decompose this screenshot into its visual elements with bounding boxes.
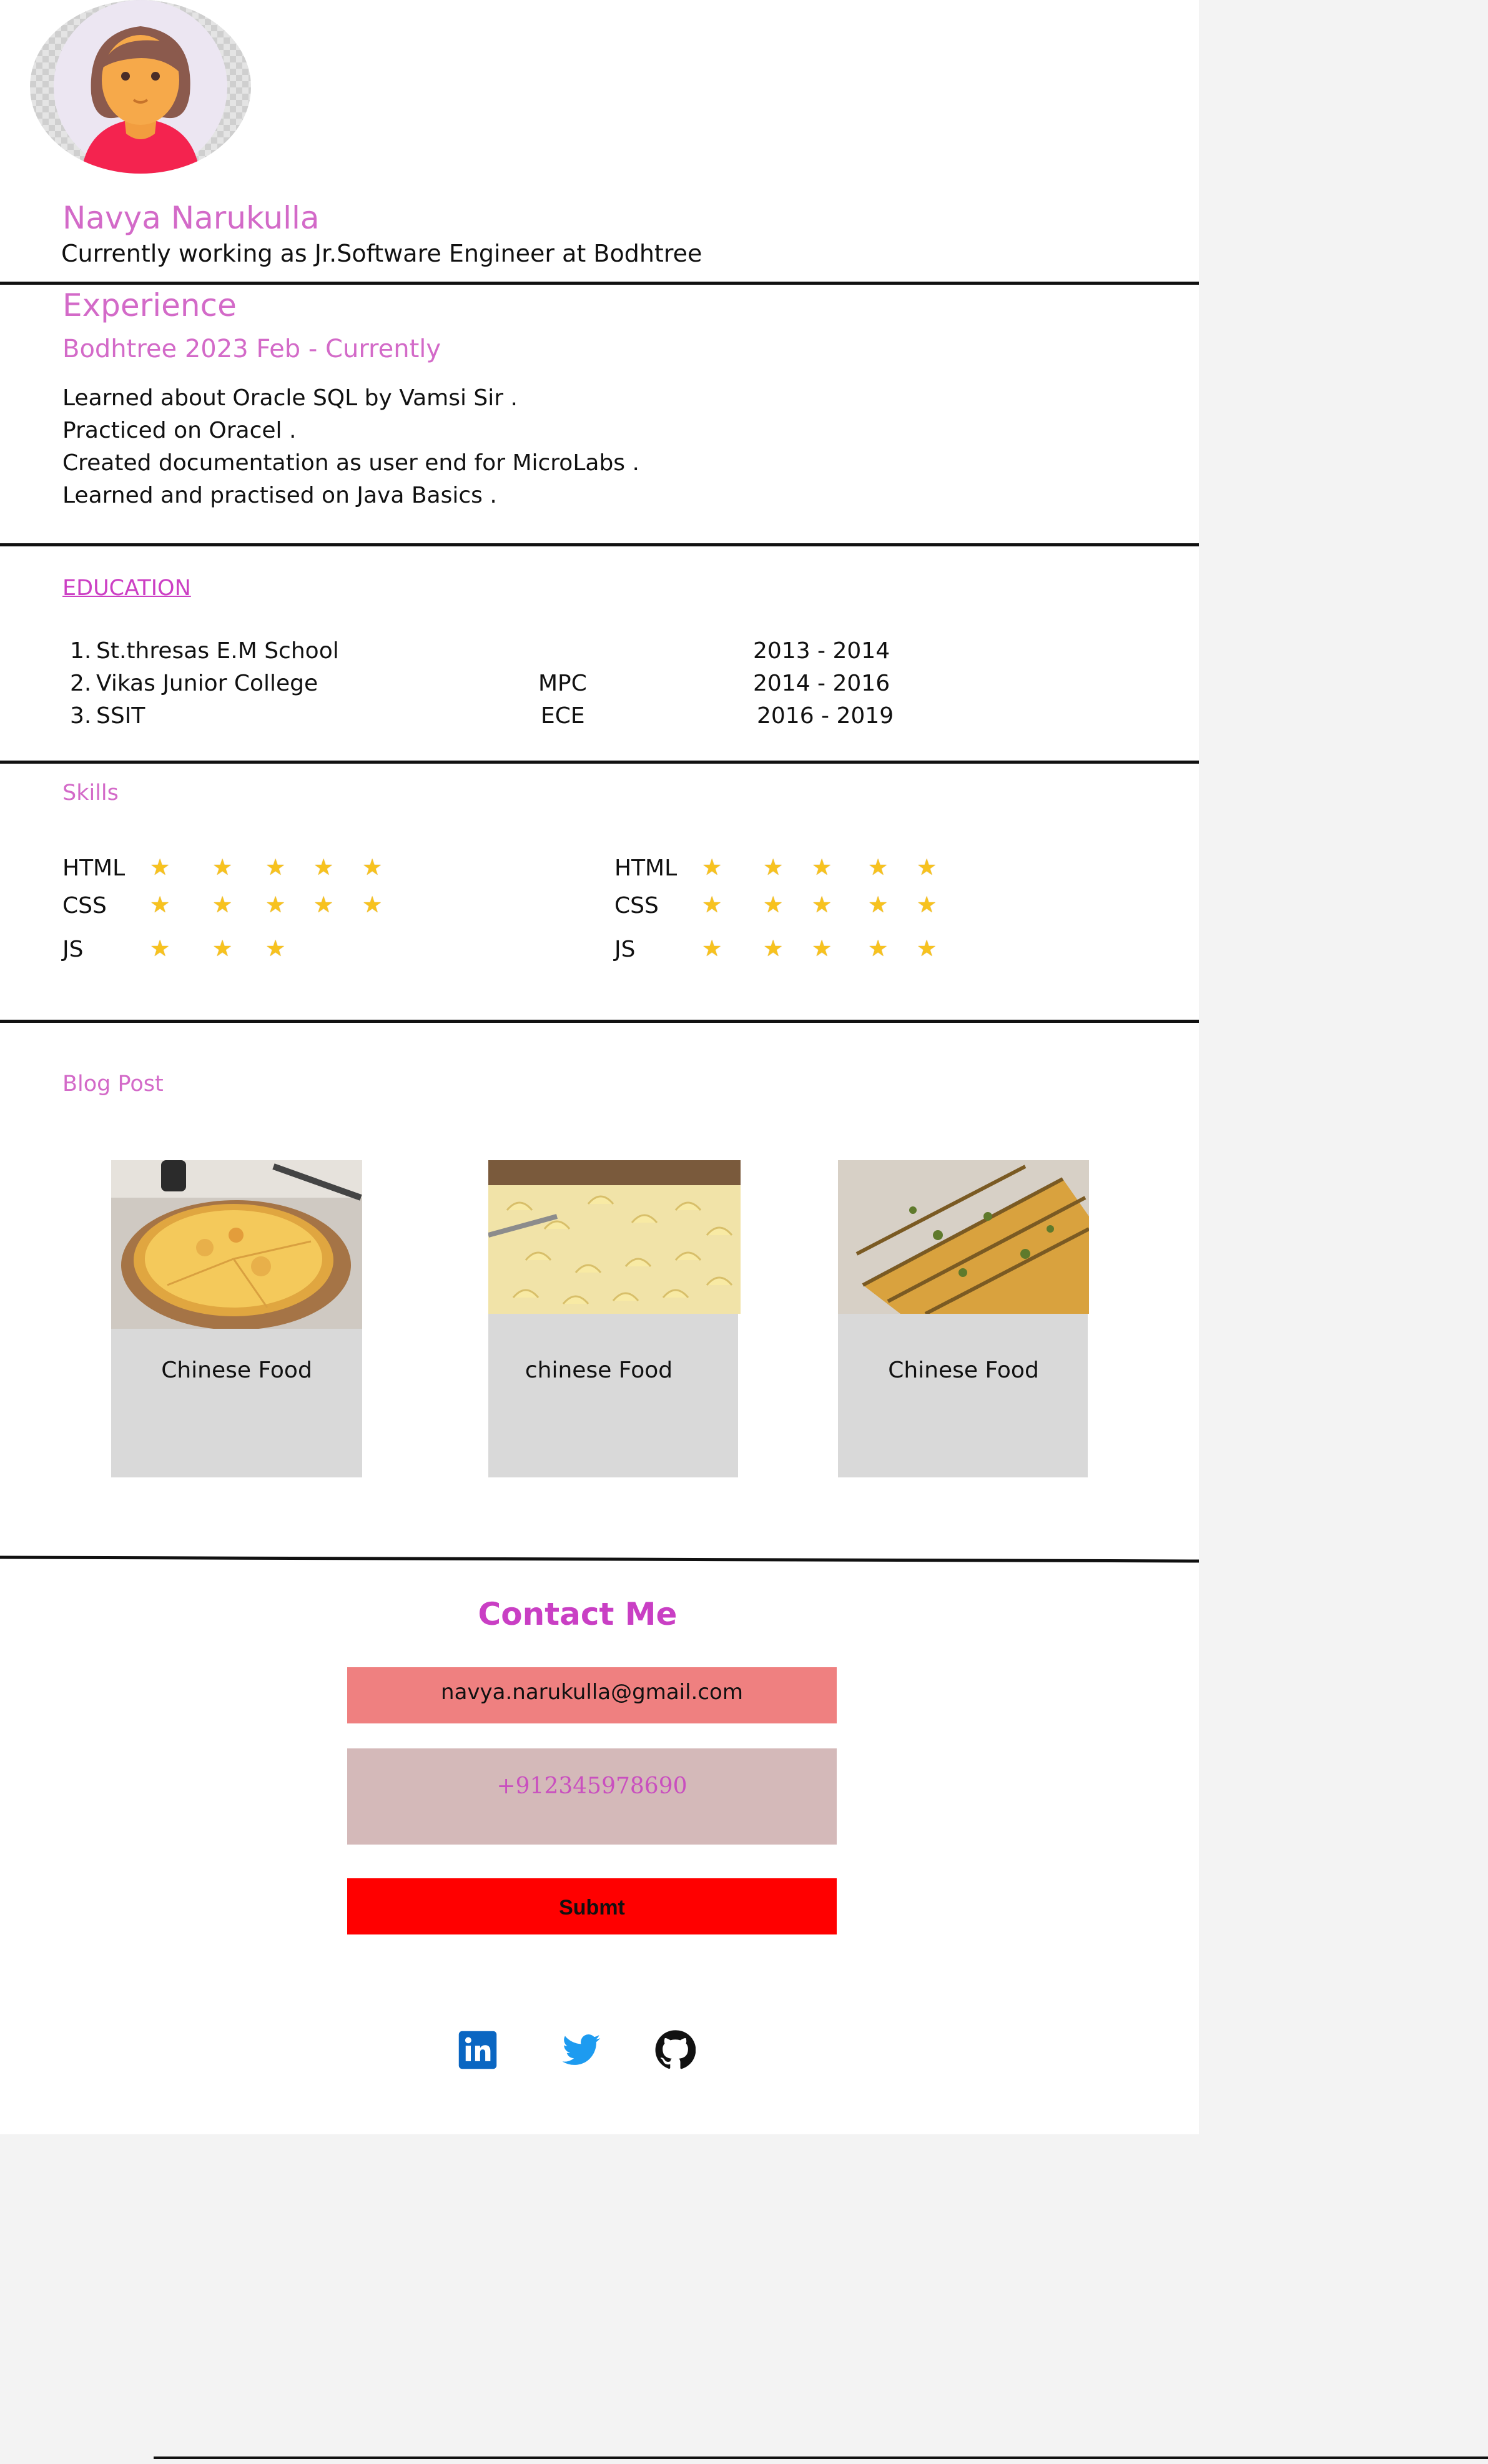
experience-item: Created documentation as user end for Mi… (62, 450, 639, 476)
github-icon[interactable] (654, 2029, 696, 2071)
job-title: Bodhtree 2023 Feb - Currently (62, 335, 441, 363)
education-num: 3. (70, 703, 92, 729)
blog-card-caption: Chinese Food (161, 1358, 312, 1383)
star-icon: ★ (812, 936, 832, 962)
education-course: ECE (541, 703, 585, 729)
education-years: 2014 - 2016 (753, 671, 890, 696)
star-icon: ★ (763, 936, 784, 962)
divider (0, 1020, 1199, 1023)
education-school: Vikas Junior College (96, 671, 318, 696)
star-icon: ★ (702, 936, 722, 962)
blog-card-caption: chinese Food (525, 1358, 673, 1383)
macaroni-image (488, 1160, 741, 1314)
education-years: 2016 - 2019 (757, 703, 894, 729)
star-icon: ★ (150, 892, 170, 918)
star-icon: ★ (265, 936, 286, 962)
star-icon: ★ (212, 855, 233, 880)
star-icon: ★ (702, 855, 722, 880)
email-field[interactable]: navya.narukulla@gmail.com (347, 1667, 837, 1723)
star-icon: ★ (812, 855, 832, 880)
star-icon: ★ (917, 892, 937, 918)
blog-card[interactable]: Chinese Food (838, 1160, 1089, 1477)
star-icon: ★ (212, 892, 233, 918)
star-icon: ★ (313, 892, 334, 918)
education-num: 2. (70, 671, 92, 696)
profile-tagline: Currently working as Jr.Software Enginee… (61, 240, 702, 267)
skill-label: HTML (62, 855, 126, 881)
woman-avatar-icon (54, 0, 227, 174)
blog-card[interactable]: Chinese Food (111, 1160, 362, 1477)
education-heading: EDUCATION (62, 576, 191, 601)
blog-heading: Blog Post (62, 1072, 164, 1096)
star-icon: ★ (917, 936, 937, 962)
skill-label: JS (614, 937, 636, 962)
profile-name: Navya Narukulla (62, 200, 320, 236)
pizza-image (111, 1160, 362, 1329)
star-icon: ★ (702, 892, 722, 918)
avatar (30, 0, 251, 174)
education-course: MPC (538, 671, 587, 696)
blog-card-caption: Chinese Food (888, 1358, 1039, 1383)
skill-label: CSS (62, 893, 107, 919)
divider (0, 761, 1199, 764)
linkedin-icon[interactable] (457, 2029, 498, 2071)
education-years: 2013 - 2014 (753, 638, 890, 664)
skill-label: JS (62, 937, 84, 962)
star-icon: ★ (868, 855, 889, 880)
contact-heading: Contact Me (478, 1596, 677, 1632)
star-icon: ★ (265, 892, 286, 918)
divider (0, 543, 1199, 546)
education-school: St.thresas E.M School (96, 638, 339, 664)
skills-heading: Skills (62, 781, 119, 806)
star-icon: ★ (313, 855, 334, 880)
experience-item: Learned and practised on Java Basics . (62, 483, 497, 508)
skill-label: HTML (614, 855, 677, 881)
star-icon: ★ (150, 855, 170, 880)
divider (0, 1555, 1199, 1563)
divider (0, 282, 1199, 285)
experience-item: Learned about Oracle SQL by Vamsi Sir . (62, 385, 518, 411)
phone-field[interactable]: +912345978690 (347, 1748, 837, 1845)
star-icon: ★ (868, 892, 889, 918)
star-icon: ★ (150, 936, 170, 962)
education-num: 1. (70, 638, 92, 664)
education-school: SSIT (96, 703, 145, 729)
star-icon: ★ (212, 936, 233, 962)
experience-item: Practiced on Oracel . (62, 418, 297, 443)
star-icon: ★ (265, 855, 286, 880)
bottom-divider (154, 2457, 1488, 2459)
portfolio-page: Navya Narukulla Currently working as Jr.… (0, 0, 1199, 2134)
star-icon: ★ (868, 936, 889, 962)
skill-label: CSS (614, 893, 659, 919)
star-icon: ★ (763, 855, 784, 880)
experience-heading: Experience (62, 287, 237, 323)
star-icon: ★ (763, 892, 784, 918)
star-icon: ★ (812, 892, 832, 918)
twitter-icon[interactable] (561, 2029, 602, 2071)
experience-list: Learned about Oracle SQL by Vamsi Sir . … (62, 382, 639, 512)
blog-card[interactable]: chinese Food (488, 1160, 741, 1477)
star-icon: ★ (362, 855, 383, 880)
garlic-bread-image (838, 1160, 1089, 1314)
submit-button[interactable]: Submt (347, 1878, 837, 1934)
star-icon: ★ (917, 855, 937, 880)
star-icon: ★ (362, 892, 383, 918)
